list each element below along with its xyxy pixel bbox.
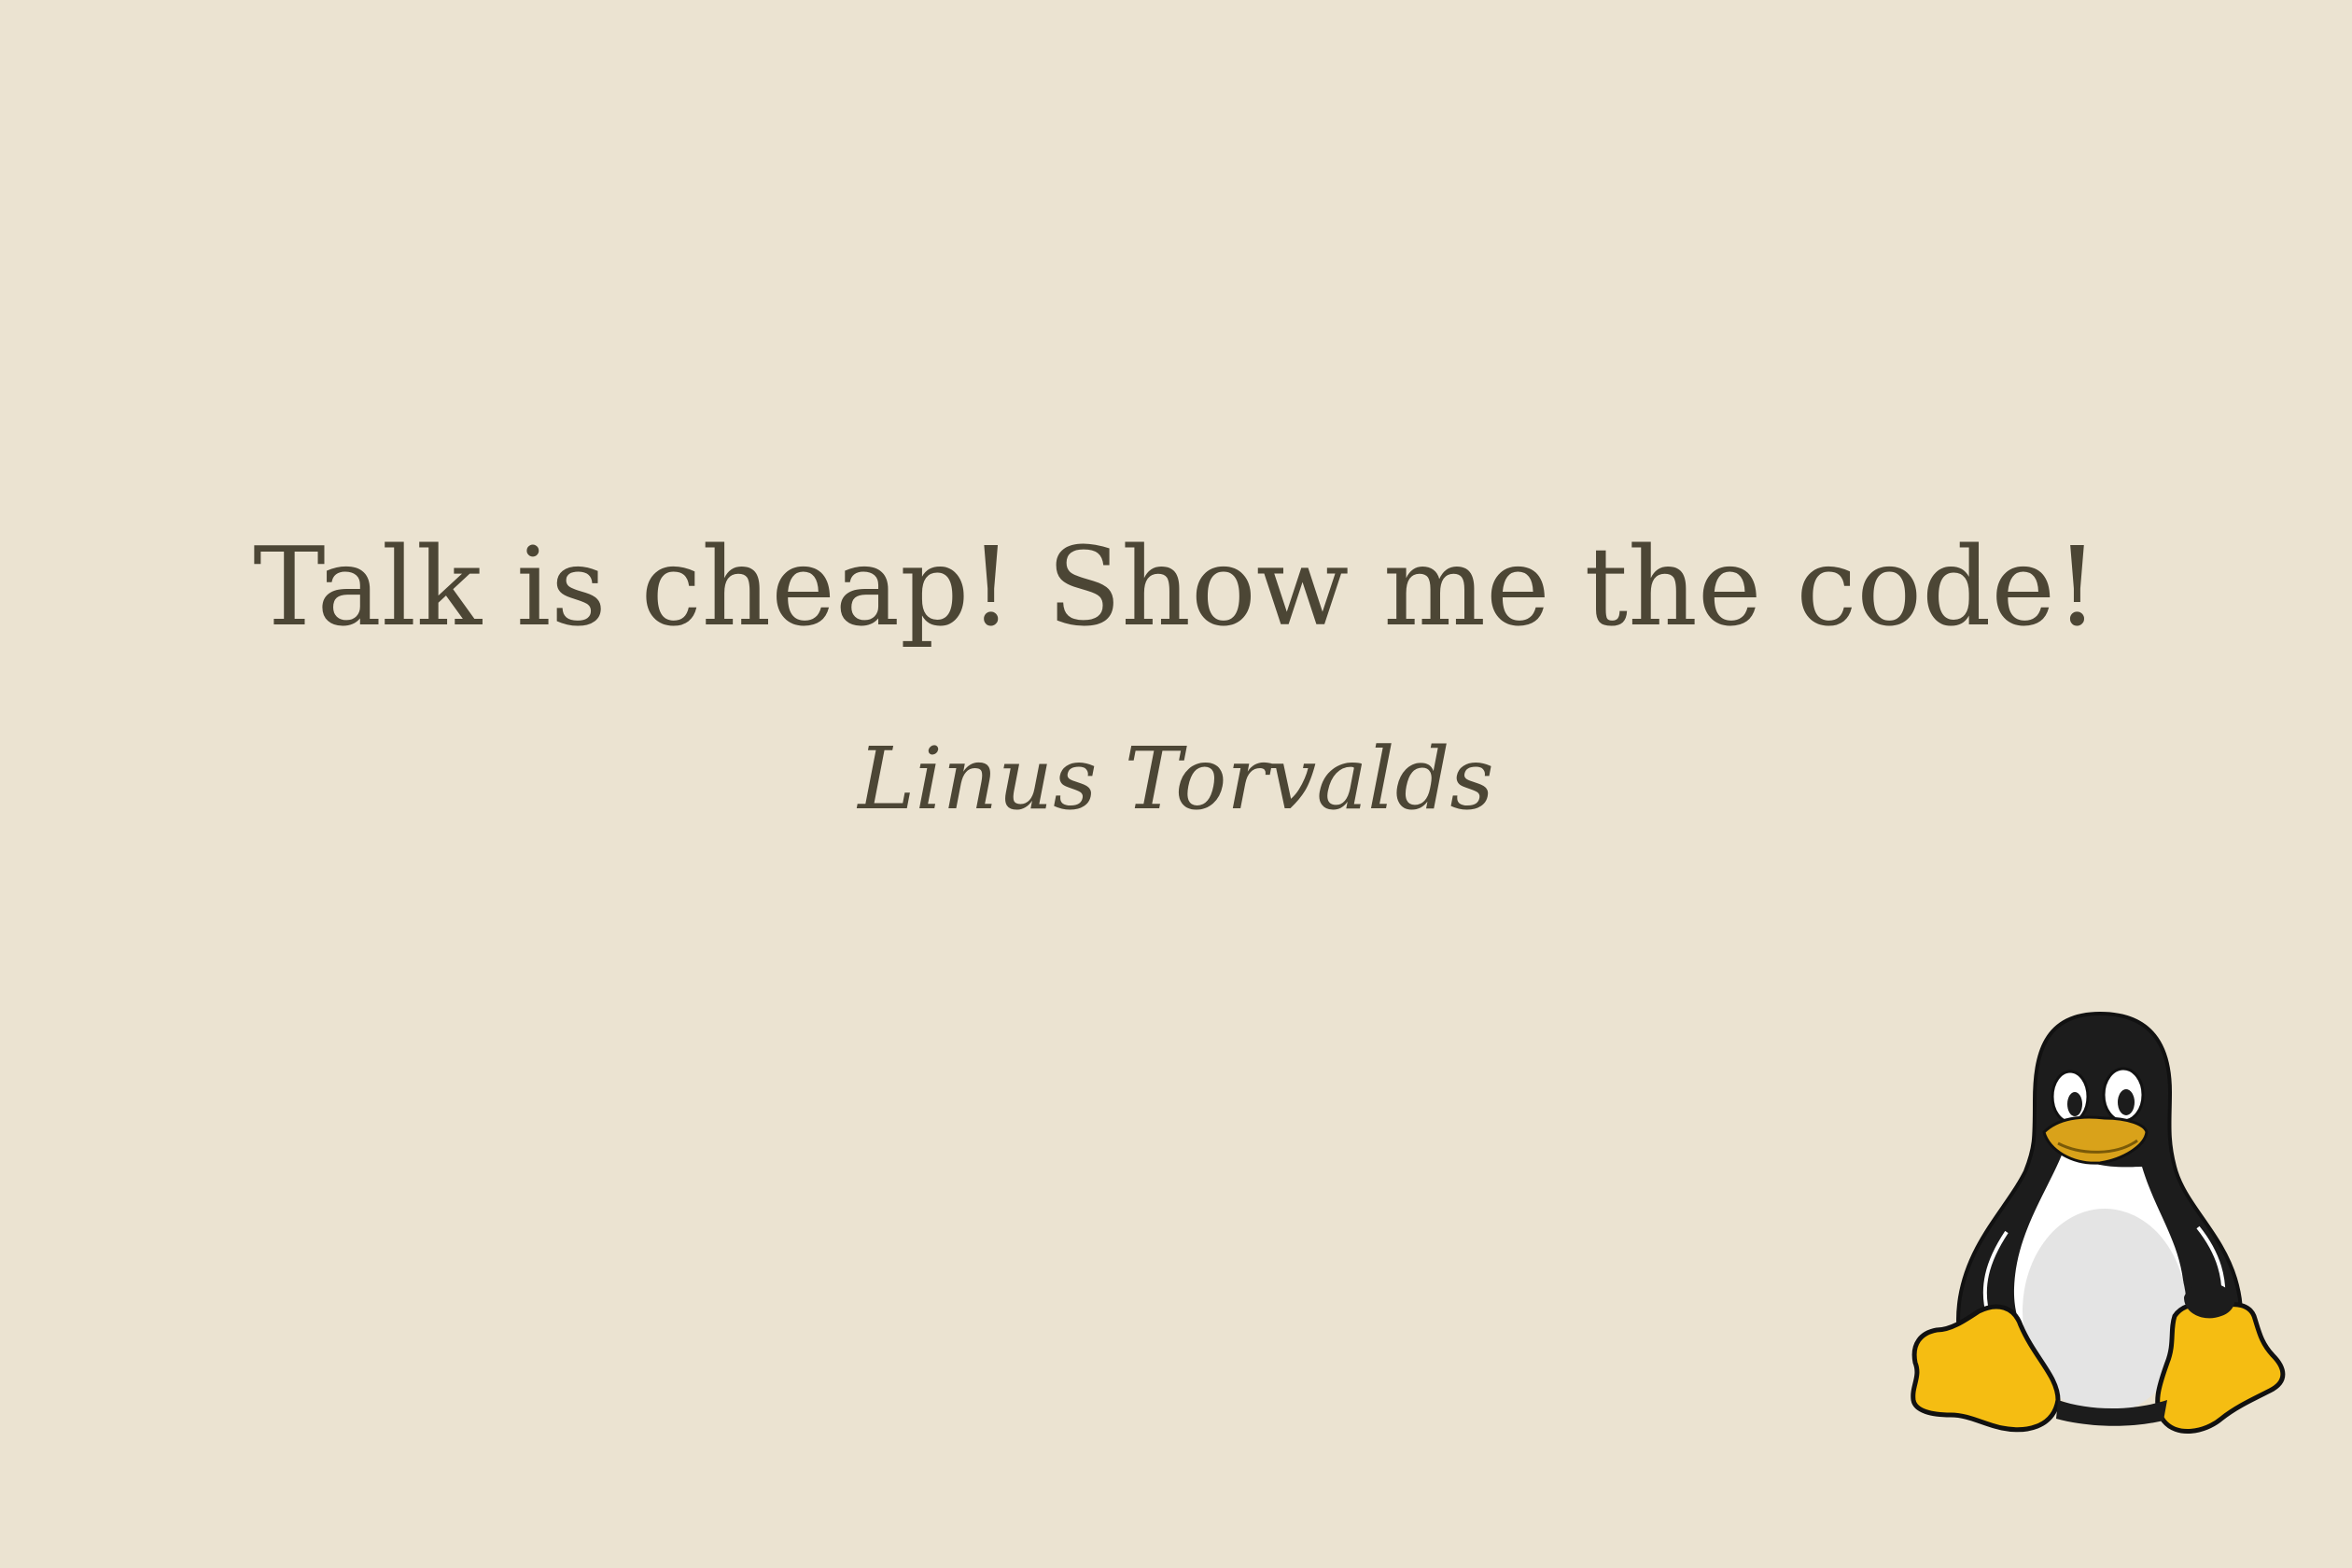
quote-text: Talk is cheap! Show me the code! — [253, 525, 2099, 651]
quote-card: Talk is cheap! Show me the code! Linus T… — [0, 0, 2352, 1568]
tux-penguin-icon — [1911, 1011, 2286, 1435]
quote-author: Linus Torvalds — [858, 729, 1494, 829]
